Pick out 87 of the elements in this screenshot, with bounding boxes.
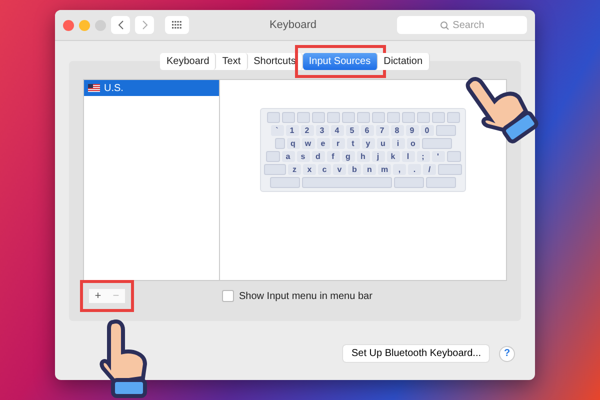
key xyxy=(296,112,310,123)
search-placeholder: Search xyxy=(452,20,484,30)
bluetooth-keyboard-button[interactable]: Set Up Bluetooth Keyboard... xyxy=(343,345,489,362)
add-button[interactable]: + xyxy=(89,289,107,303)
close-icon[interactable] xyxy=(63,20,74,30)
flag-icon xyxy=(88,84,100,92)
key xyxy=(264,164,286,175)
show-all-button[interactable] xyxy=(165,16,189,34)
pointing-hand-icon xyxy=(466,77,540,145)
key: k xyxy=(386,151,400,162)
window-title: Keyboard xyxy=(268,19,318,31)
key xyxy=(402,112,414,123)
key: . xyxy=(408,164,421,175)
key: 1 xyxy=(286,125,298,136)
key: 3 xyxy=(316,125,328,136)
key: q xyxy=(286,138,300,149)
key: 4 xyxy=(330,125,344,136)
key: 2 xyxy=(300,125,314,136)
key: g xyxy=(342,151,354,162)
key: c xyxy=(318,164,331,175)
chevron-left-icon xyxy=(116,20,124,30)
key: 5 xyxy=(346,125,358,136)
key: 0 xyxy=(420,125,434,136)
key xyxy=(312,112,324,123)
grid-icon xyxy=(172,21,182,29)
key xyxy=(274,138,284,149)
key: s xyxy=(296,151,310,162)
key: j xyxy=(372,151,384,162)
key xyxy=(446,112,460,123)
key: / xyxy=(423,164,436,175)
key xyxy=(432,112,444,123)
forward-button[interactable] xyxy=(135,16,154,34)
key: 8 xyxy=(390,125,404,136)
checkbox-label: Show Input menu in menu bar xyxy=(239,290,372,302)
key xyxy=(438,164,462,175)
key xyxy=(422,138,452,149)
list-item-label: U.S. xyxy=(104,82,124,94)
key xyxy=(446,151,460,162)
key xyxy=(266,151,280,162)
list-item[interactable]: U.S. xyxy=(84,80,219,96)
key xyxy=(326,112,340,123)
key: w xyxy=(302,138,314,149)
key: 9 xyxy=(406,125,418,136)
tab[interactable]: Input Sources xyxy=(302,53,378,70)
pointing-hand-icon xyxy=(100,319,147,398)
key: e xyxy=(316,138,330,149)
key xyxy=(386,112,400,123)
key: v xyxy=(333,164,346,175)
key: z xyxy=(288,164,301,175)
key: d xyxy=(312,151,324,162)
key xyxy=(426,177,456,188)
key: , xyxy=(393,164,406,175)
key: f xyxy=(326,151,340,162)
back-button[interactable] xyxy=(111,16,130,34)
key: h xyxy=(356,151,370,162)
key xyxy=(282,112,294,123)
key: m xyxy=(378,164,391,175)
key: 7 xyxy=(376,125,388,136)
key: ; xyxy=(416,151,430,162)
key: t xyxy=(346,138,360,149)
key: r xyxy=(332,138,344,149)
key xyxy=(266,112,280,123)
key: o xyxy=(406,138,420,149)
key: u xyxy=(376,138,390,149)
key xyxy=(372,112,384,123)
key: y xyxy=(362,138,374,149)
checkbox[interactable] xyxy=(222,290,234,302)
key xyxy=(436,125,456,136)
key: l xyxy=(402,151,414,162)
key xyxy=(394,177,424,188)
key: ` xyxy=(270,125,284,136)
key xyxy=(342,112,354,123)
key xyxy=(270,177,300,188)
search-icon xyxy=(440,20,449,30)
key xyxy=(416,112,430,123)
key: 6 xyxy=(360,125,374,136)
key: x xyxy=(303,164,316,175)
key: a xyxy=(282,151,294,162)
key: b xyxy=(348,164,361,175)
key: ' xyxy=(432,151,444,162)
help-button[interactable]: ? xyxy=(499,346,515,362)
minimize-icon[interactable] xyxy=(79,20,90,30)
chevron-right-icon xyxy=(140,20,148,30)
key: n xyxy=(363,164,376,175)
key: i xyxy=(392,138,404,149)
key xyxy=(356,112,370,123)
tab[interactable]: Keyboard xyxy=(160,53,216,70)
